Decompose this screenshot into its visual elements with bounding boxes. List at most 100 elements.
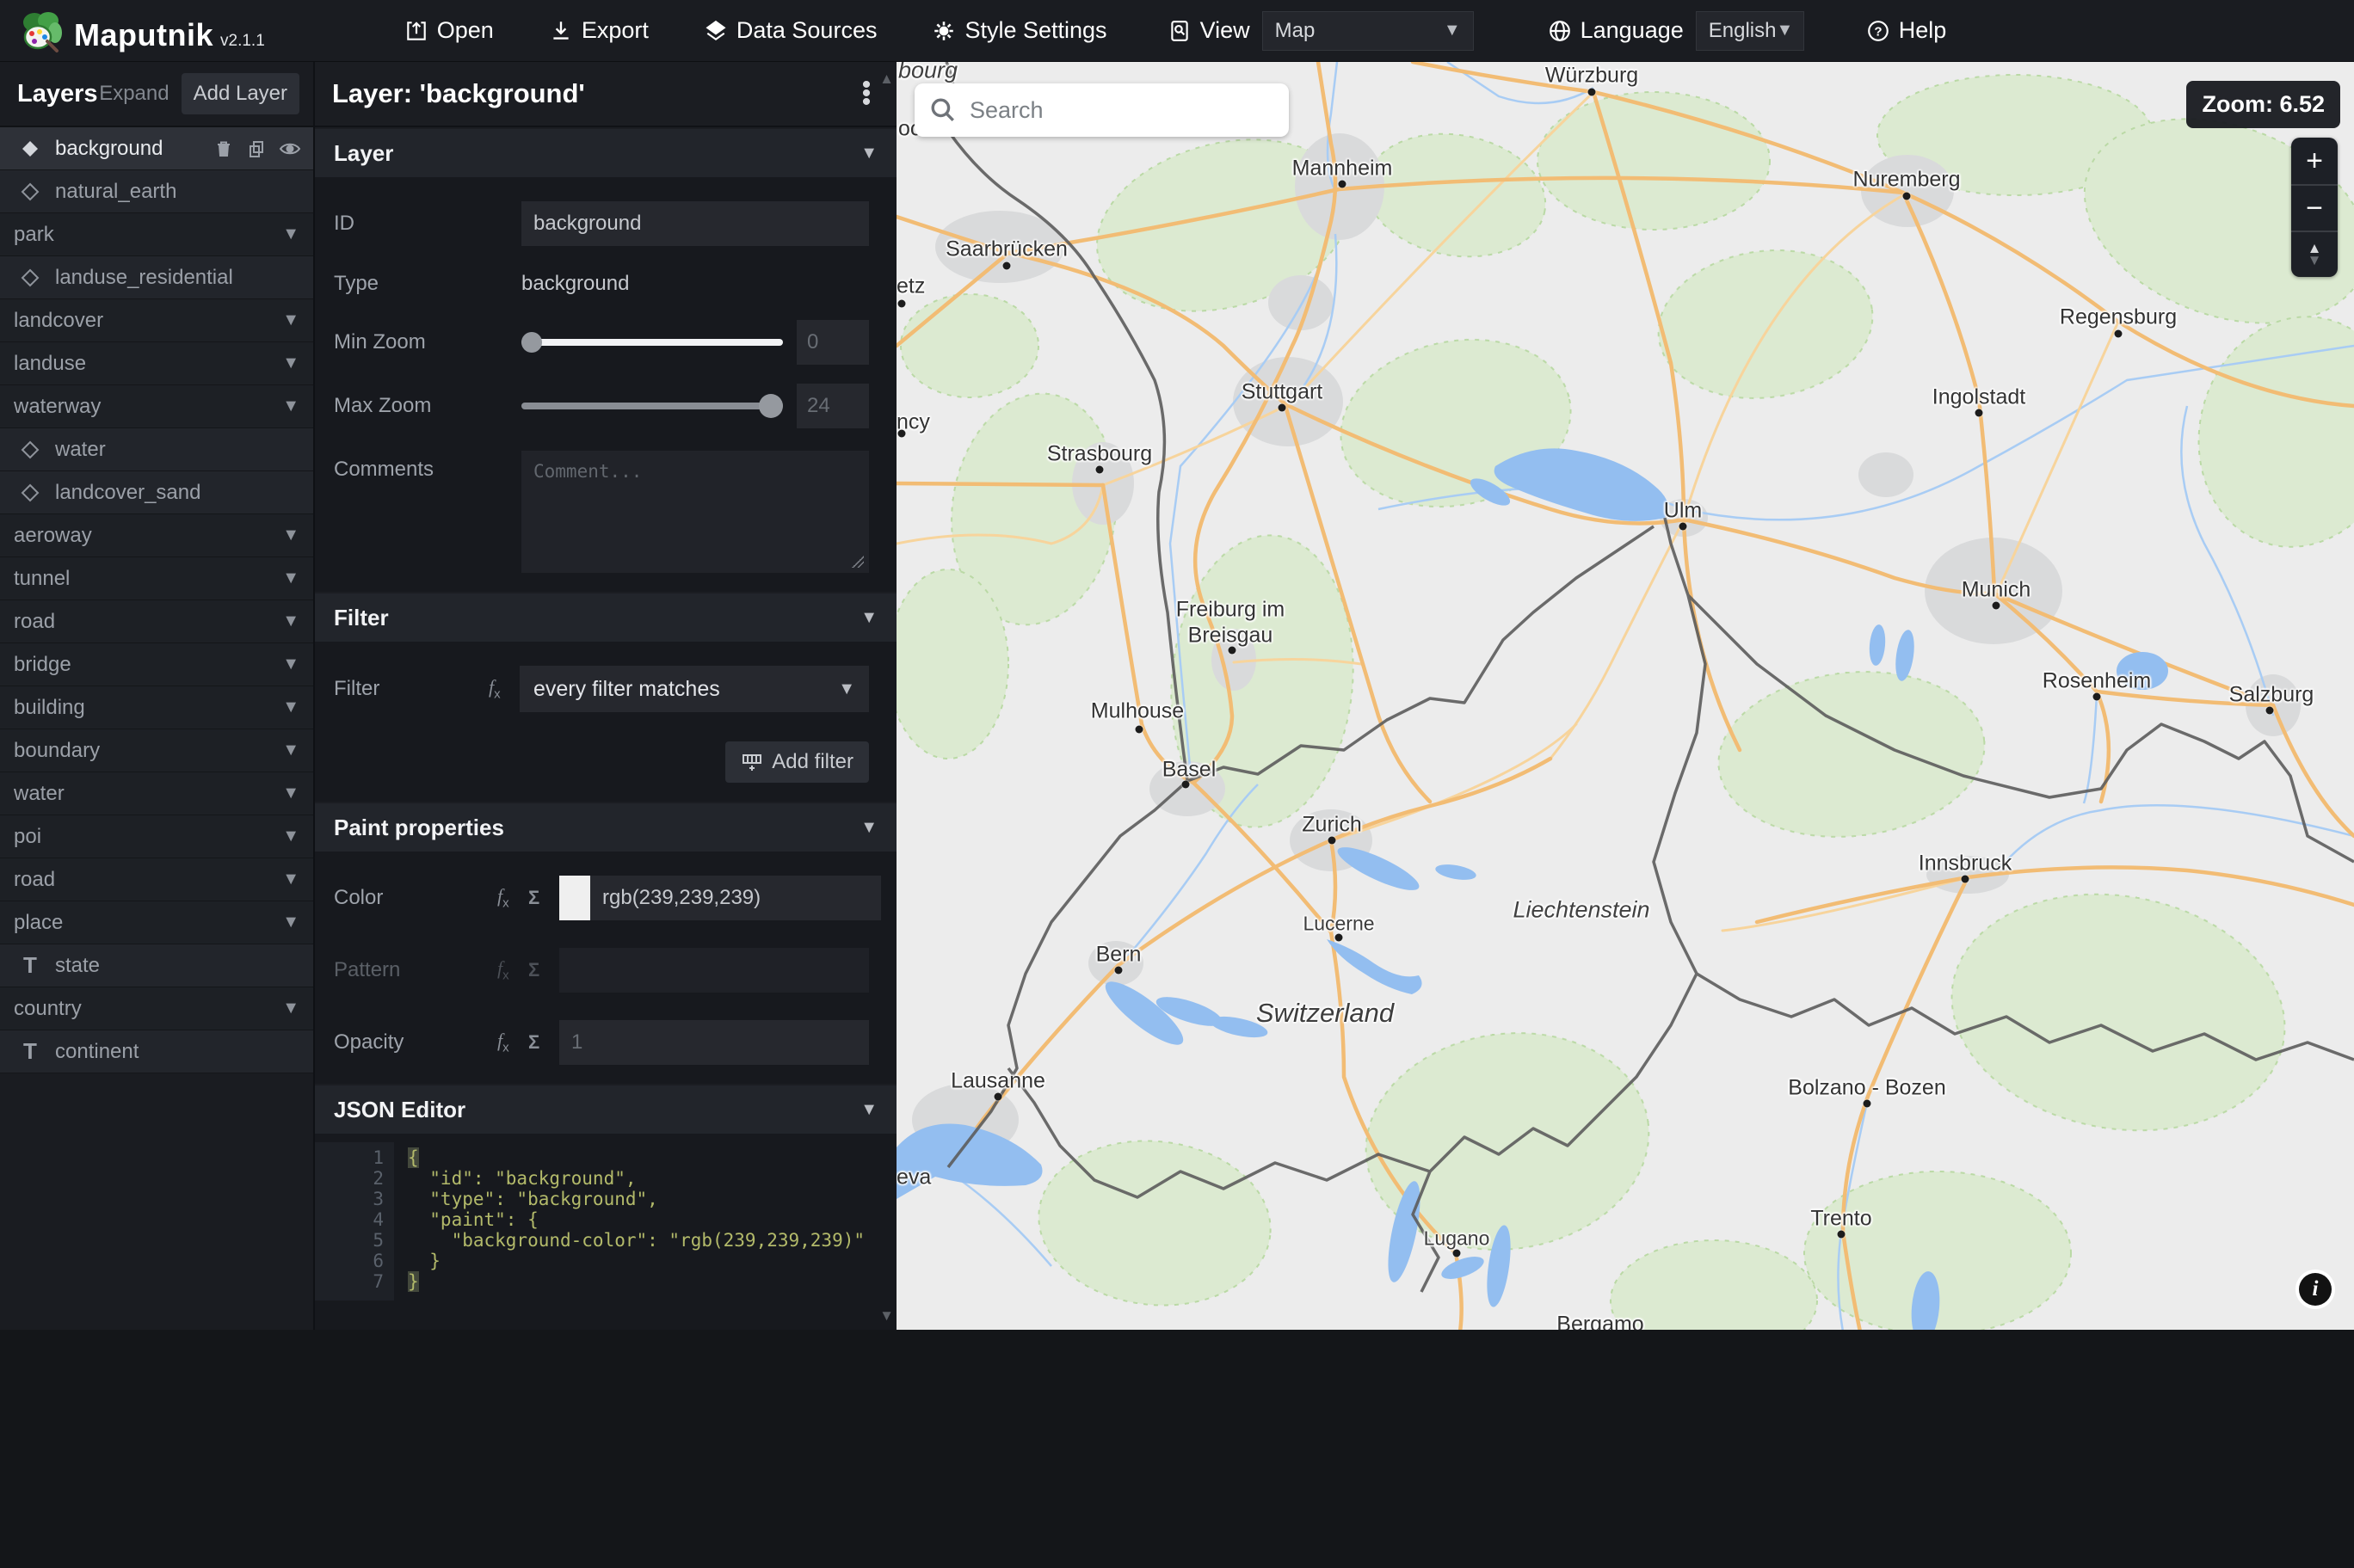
layer-list-item-water[interactable]: water ▼ xyxy=(0,772,313,815)
min-zoom-value[interactable]: 0 xyxy=(797,320,869,365)
fx-icon[interactable]: fx xyxy=(497,1030,528,1055)
layers-icon xyxy=(706,20,726,40)
color-label: Color xyxy=(334,886,384,909)
layer-list-item-country[interactable]: country ▼ xyxy=(0,987,313,1030)
chevron-down-icon: ▼ xyxy=(282,784,299,802)
min-zoom-slider[interactable] xyxy=(521,320,783,365)
json-editor[interactable]: 1234567 { "id": "background", "type": "b… xyxy=(315,1134,897,1330)
chevron-down-icon: ▼ xyxy=(282,397,299,415)
map-label-strasbourg: Strasbourg xyxy=(1046,441,1153,466)
layer-label: landcover xyxy=(14,308,104,332)
layer-list-header: Layers Expand Add Layer xyxy=(0,62,313,127)
layer-list-item-landcover_sand[interactable]: landcover_sand xyxy=(0,471,313,514)
add-filter-button[interactable]: Add filter xyxy=(725,741,869,783)
search-input[interactable] xyxy=(970,96,1254,124)
section-filter-header[interactable]: Filter ▼ xyxy=(315,593,897,642)
section-paint-header[interactable]: Paint properties ▼ xyxy=(315,803,897,852)
sigma-icon[interactable]: Σ xyxy=(528,887,559,909)
layer-list-item-boundary[interactable]: boundary ▼ xyxy=(0,729,313,772)
section-json-header[interactable]: JSON Editor ▼ xyxy=(315,1085,897,1134)
color-swatch[interactable] xyxy=(559,876,590,920)
delete-layer-icon[interactable] xyxy=(213,138,234,159)
chevron-down-icon: ▼ xyxy=(282,827,299,845)
map-city-dot xyxy=(994,1092,1002,1101)
map-attribution-button[interactable]: i xyxy=(2295,1270,2335,1309)
layer-list-item-water[interactable]: water xyxy=(0,428,313,471)
opacity-input[interactable] xyxy=(559,1020,869,1065)
zoom-in-button[interactable]: + xyxy=(2291,138,2338,184)
filter-combinator-select[interactable]: every filter matches ▼ xyxy=(520,666,869,712)
layer-list-item-bridge[interactable]: bridge ▼ xyxy=(0,643,313,686)
zoom-out-button[interactable]: − xyxy=(2291,184,2338,231)
max-zoom-slider[interactable] xyxy=(521,384,783,428)
language-menu[interactable]: Language xyxy=(1548,17,1684,44)
language-select[interactable]: English ▼ xyxy=(1695,10,1804,51)
layer-list-item-landuse_residential[interactable]: landuse_residential xyxy=(0,256,313,299)
style-settings-button[interactable]: Style Settings xyxy=(932,17,1107,44)
max-zoom-value[interactable]: 24 xyxy=(797,384,869,428)
json-line-number: 5 xyxy=(373,1230,384,1251)
json-code-line: "type": "background", xyxy=(408,1189,658,1209)
fx-icon[interactable]: fx xyxy=(497,885,528,910)
info-icon: i xyxy=(2299,1273,2332,1306)
json-code-line: "id": "background", xyxy=(408,1168,637,1189)
layer-list-item-poi[interactable]: poi ▼ xyxy=(0,815,313,858)
json-line-number: 1 xyxy=(373,1147,384,1168)
map-label-munich: Munich xyxy=(1961,577,2031,602)
section-layer-header[interactable]: Layer ▼ xyxy=(315,129,897,177)
scroll-up-icon[interactable]: ▲ xyxy=(879,71,894,88)
visibility-icon[interactable] xyxy=(279,138,301,159)
layer-list-item-waterway[interactable]: waterway ▼ xyxy=(0,385,313,428)
json-line-number: 7 xyxy=(373,1271,384,1292)
sigma-icon[interactable]: Σ xyxy=(528,1031,559,1054)
scroll-down-icon[interactable]: ▼ xyxy=(879,1307,894,1325)
layer-list-item-road[interactable]: road ▼ xyxy=(0,600,313,643)
zoom-level-badge: Zoom: 6.52 xyxy=(2186,81,2340,128)
layer-list-item-aeroway[interactable]: aeroway ▼ xyxy=(0,514,313,557)
layer-list-item-road[interactable]: road ▼ xyxy=(0,858,313,901)
map-label-switzerland: Switzerland xyxy=(1255,998,1395,1028)
fx-icon[interactable]: fx xyxy=(489,676,520,701)
view-select[interactable]: Map ▼ xyxy=(1261,10,1474,51)
textarea-resize-handle[interactable] xyxy=(852,556,864,568)
map-label-bergamo: Bergamo xyxy=(1556,1312,1644,1331)
layer-list-item-landcover[interactable]: landcover ▼ xyxy=(0,299,313,342)
layer-list-item-continent[interactable]: Tcontinent xyxy=(0,1030,313,1073)
open-button[interactable]: Open xyxy=(404,17,494,44)
layer-list-item-natural_earth[interactable]: natural_earth xyxy=(0,170,313,213)
json-code-line: } xyxy=(408,1271,419,1292)
layer-list-item-building[interactable]: building ▼ xyxy=(0,686,313,729)
duplicate-layer-icon[interactable] xyxy=(246,138,267,159)
layer-list-item-background[interactable]: background xyxy=(0,127,313,170)
data-sources-button[interactable]: Data Sources xyxy=(704,17,877,44)
add-layer-button[interactable]: Add Layer xyxy=(181,73,299,114)
layer-list-item-park[interactable]: park ▼ xyxy=(0,213,313,256)
map-city-dot xyxy=(1992,601,2000,610)
layer-list-item-place[interactable]: place ▼ xyxy=(0,901,313,944)
comments-textarea[interactable] xyxy=(521,451,869,573)
layer-label: country xyxy=(14,996,82,1020)
diamond-outline-icon xyxy=(15,181,45,202)
opacity-label: Opacity xyxy=(334,1030,404,1054)
layer-list-item-state[interactable]: Tstate xyxy=(0,944,313,987)
id-input[interactable] xyxy=(521,201,869,246)
layer-list-item-tunnel[interactable]: tunnel ▼ xyxy=(0,557,313,600)
export-button[interactable]: Export xyxy=(549,17,649,44)
open-icon xyxy=(406,21,426,40)
layer-list-panel: Layers Expand Add Layer background natur… xyxy=(0,62,315,1330)
map-zoom-controls: + − ▲ ▼ xyxy=(2291,138,2338,277)
expand-button[interactable]: Expand xyxy=(99,82,169,106)
map-search-box[interactable] xyxy=(915,83,1289,137)
help-button[interactable]: ? Help xyxy=(1866,17,1946,44)
json-line-numbers: 1234567 xyxy=(315,1142,394,1301)
layer-menu-kebab-icon[interactable]: • • • xyxy=(853,72,879,115)
pattern-input[interactable] xyxy=(559,948,869,993)
map-canvas[interactable]: bourg oc Würzburg Mannheim Nuremberg Saarbrüc… xyxy=(897,62,2354,1330)
pitch-toggle-button[interactable]: ▲ ▼ xyxy=(2291,231,2338,277)
color-input[interactable] xyxy=(590,876,881,920)
view-menu[interactable]: View xyxy=(1168,17,1250,44)
map-label-ingolstadt: Ingolstadt xyxy=(1932,384,2026,409)
map-label-stuttgart: Stuttgart xyxy=(1241,379,1323,404)
map-city-dot xyxy=(1961,875,1969,883)
layer-list-item-landuse[interactable]: landuse ▼ xyxy=(0,342,313,385)
